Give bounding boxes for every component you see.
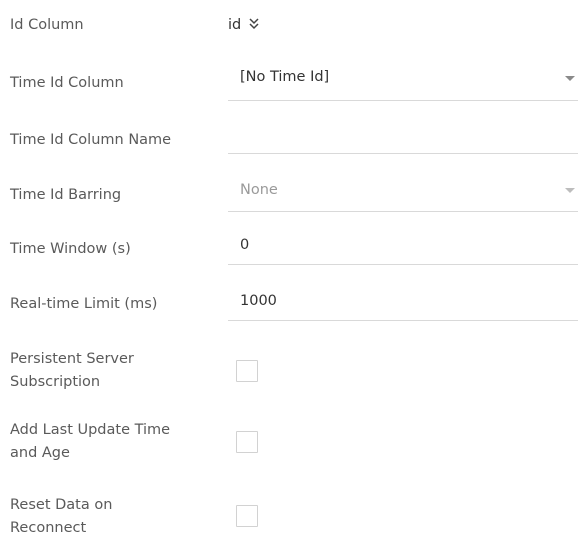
dropdown-caret-icon (565, 76, 575, 81)
id-column-label: Id Column (10, 17, 84, 33)
realtime-limit-input[interactable]: 1000 (228, 280, 578, 322)
time-id-barring-underline (228, 211, 578, 212)
double-chevron-down-icon[interactable] (249, 18, 259, 30)
realtime-limit-underline (228, 320, 578, 321)
time-id-column-name-label: Time Id Column Name (10, 132, 172, 148)
time-id-column-underline (228, 100, 578, 101)
time-id-column-label: Time Id Column (10, 75, 124, 91)
time-window-value: 0 (240, 237, 250, 253)
time-id-column-value: [No Time Id] (240, 69, 330, 85)
time-window-input[interactable]: 0 (228, 226, 578, 266)
reset-data-label-line2: Reconnect (10, 520, 87, 536)
add-last-update-label-line2: and Age (10, 445, 70, 461)
persistent-subscription-checkbox[interactable] (236, 360, 258, 382)
time-id-column-name-underline (228, 153, 578, 154)
reset-data-checkbox[interactable] (236, 505, 258, 527)
time-id-column-select[interactable]: [No Time Id] (228, 60, 578, 102)
dropdown-caret-icon (565, 188, 575, 193)
add-last-update-checkbox[interactable] (236, 431, 258, 453)
persistent-subscription-label-line1: Persistent Server (10, 351, 134, 367)
reset-data-label-line1: Reset Data on (10, 497, 113, 513)
time-window-label: Time Window (s) (10, 241, 131, 257)
persistent-subscription-label-line2: Subscription (10, 374, 101, 390)
time-window-underline (228, 264, 578, 265)
realtime-limit-label: Real-time Limit (ms) (10, 296, 158, 312)
id-column-value[interactable]: id (228, 14, 241, 36)
add-last-update-label-line1: Add Last Update Time (10, 422, 171, 438)
time-id-barring-select[interactable]: None (228, 170, 578, 212)
time-id-barring-value: None (240, 182, 278, 198)
time-id-barring-label: Time Id Barring (10, 187, 122, 203)
time-id-column-name-input[interactable] (228, 118, 578, 156)
realtime-limit-value: 1000 (240, 293, 277, 309)
